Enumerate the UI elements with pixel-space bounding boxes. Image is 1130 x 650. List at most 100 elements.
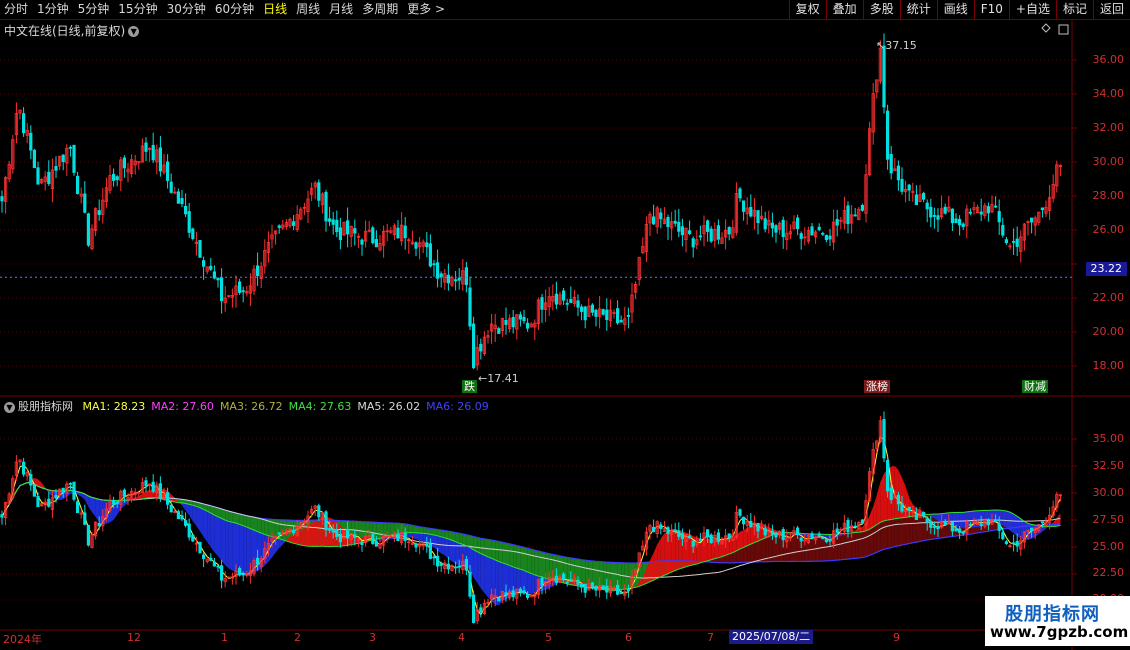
candle-body bbox=[335, 219, 339, 233]
candle-body bbox=[112, 173, 116, 181]
candle-body bbox=[922, 192, 926, 200]
period-tab[interactable]: 15分钟 bbox=[118, 2, 157, 17]
ind-candle-body bbox=[54, 495, 58, 499]
ma-band bbox=[747, 544, 751, 563]
candle-body bbox=[86, 213, 90, 246]
ma-band bbox=[610, 562, 614, 591]
event-marker[interactable]: 跌 bbox=[462, 380, 477, 393]
ind-candle-body bbox=[817, 533, 821, 536]
price-tick-label: 20.00 bbox=[1092, 325, 1125, 338]
ma-band bbox=[1002, 510, 1007, 529]
period-tab[interactable]: 多周期 bbox=[362, 2, 398, 17]
ind-candle-body bbox=[176, 511, 180, 520]
toolbar-button[interactable]: 画线 bbox=[936, 0, 974, 19]
ind-candle-body bbox=[255, 557, 260, 565]
ind-candle-body bbox=[742, 516, 746, 525]
period-tab[interactable]: 周线 bbox=[296, 2, 320, 17]
ind-candle-body bbox=[165, 492, 170, 505]
ind-candle-body bbox=[1004, 541, 1009, 545]
ind-candle-body bbox=[821, 537, 825, 540]
ind-candle-body bbox=[151, 481, 155, 492]
ma-band bbox=[506, 543, 510, 566]
ind-candle-body bbox=[605, 585, 609, 593]
ind-candle-body bbox=[471, 594, 476, 623]
toolbar-button[interactable]: 标记 bbox=[1055, 0, 1093, 19]
ind-candle-body bbox=[774, 532, 778, 538]
candle-body bbox=[936, 215, 940, 220]
period-tab[interactable]: 更多 > bbox=[407, 2, 445, 17]
price-tick-label: 18.00 bbox=[1092, 359, 1125, 372]
period-tab[interactable]: 60分钟 bbox=[215, 2, 254, 17]
ma-band bbox=[455, 541, 460, 566]
ind-candle-body bbox=[882, 419, 886, 459]
ma-band bbox=[876, 481, 881, 525]
ma-band bbox=[250, 528, 254, 575]
price-tick-label: 30.00 bbox=[1092, 155, 1125, 168]
period-tab[interactable]: 月线 bbox=[329, 2, 353, 17]
ma-band bbox=[905, 486, 910, 518]
ind-candle-body bbox=[796, 527, 800, 536]
toolbar-button[interactable]: 返回 bbox=[1092, 0, 1130, 19]
toolbar-button[interactable]: 复权 bbox=[788, 0, 826, 19]
ind-candle-body bbox=[763, 528, 767, 536]
ind-candle-body bbox=[688, 535, 692, 539]
chevron-down-icon[interactable]: ▼ bbox=[4, 401, 15, 413]
ma-band bbox=[261, 532, 265, 569]
toolbar-button[interactable]: +自选 bbox=[1008, 0, 1056, 19]
event-marker[interactable]: 财减 bbox=[1022, 380, 1048, 393]
ma-band bbox=[545, 552, 550, 580]
ind-candle-body bbox=[425, 543, 429, 547]
ma-band bbox=[898, 517, 902, 546]
ma-band bbox=[228, 521, 233, 571]
candle-body bbox=[522, 316, 526, 322]
period-tab[interactable]: 日线 bbox=[263, 2, 287, 17]
ma-band bbox=[315, 518, 319, 547]
time-tick-label: 1 bbox=[221, 631, 228, 644]
toolbar-button[interactable]: 多股 bbox=[862, 0, 900, 19]
ma-band bbox=[750, 524, 755, 545]
toolbar-button[interactable]: 统计 bbox=[899, 0, 937, 19]
candle-body bbox=[968, 211, 973, 214]
ma-band bbox=[480, 553, 485, 593]
ma-band bbox=[527, 548, 532, 574]
ma-band bbox=[660, 533, 665, 577]
kline-chart[interactable] bbox=[0, 19, 1130, 650]
toolbar-button[interactable]: 叠加 bbox=[825, 0, 863, 19]
ma-band bbox=[380, 522, 384, 539]
event-marker[interactable]: 涨榜 bbox=[864, 380, 890, 393]
ma-band bbox=[434, 534, 438, 551]
candle-body bbox=[958, 218, 962, 226]
last-price-tag: 23.22 bbox=[1085, 262, 1127, 276]
period-tab[interactable]: 5分钟 bbox=[78, 2, 110, 17]
candle-body bbox=[187, 211, 191, 233]
candle-body bbox=[986, 206, 991, 214]
ma-band bbox=[311, 520, 316, 547]
candle-body bbox=[554, 293, 559, 305]
ind-candle-body bbox=[716, 532, 721, 542]
ma-band bbox=[750, 542, 755, 563]
ma-band bbox=[851, 532, 856, 559]
candle-body bbox=[709, 228, 713, 242]
candle-body bbox=[860, 205, 865, 211]
watermark-logo: 股朋指标网 www.7gpzb.com bbox=[985, 596, 1130, 646]
period-tab[interactable]: 30分钟 bbox=[167, 2, 206, 17]
ind-candle-body bbox=[212, 561, 216, 567]
candle-body bbox=[799, 233, 803, 239]
period-tab[interactable]: 分时 bbox=[4, 2, 28, 17]
ma-band bbox=[459, 533, 463, 545]
ma-band bbox=[880, 520, 884, 551]
candle-body bbox=[29, 132, 33, 151]
candle-body bbox=[165, 161, 170, 181]
candle-body bbox=[176, 191, 180, 204]
ma-band bbox=[740, 530, 744, 549]
candle-body bbox=[453, 279, 458, 282]
toolbar-button[interactable]: F10 bbox=[973, 0, 1009, 19]
period-tab[interactable]: 1分钟 bbox=[37, 2, 69, 17]
ind-candle-body bbox=[277, 532, 281, 535]
ind-candle-body bbox=[241, 573, 245, 576]
ind-candle-body bbox=[32, 484, 37, 497]
candle-body bbox=[479, 343, 483, 352]
ma-band bbox=[207, 511, 211, 548]
low-price-label: ←17.41 bbox=[478, 372, 519, 385]
candle-body bbox=[317, 182, 321, 201]
